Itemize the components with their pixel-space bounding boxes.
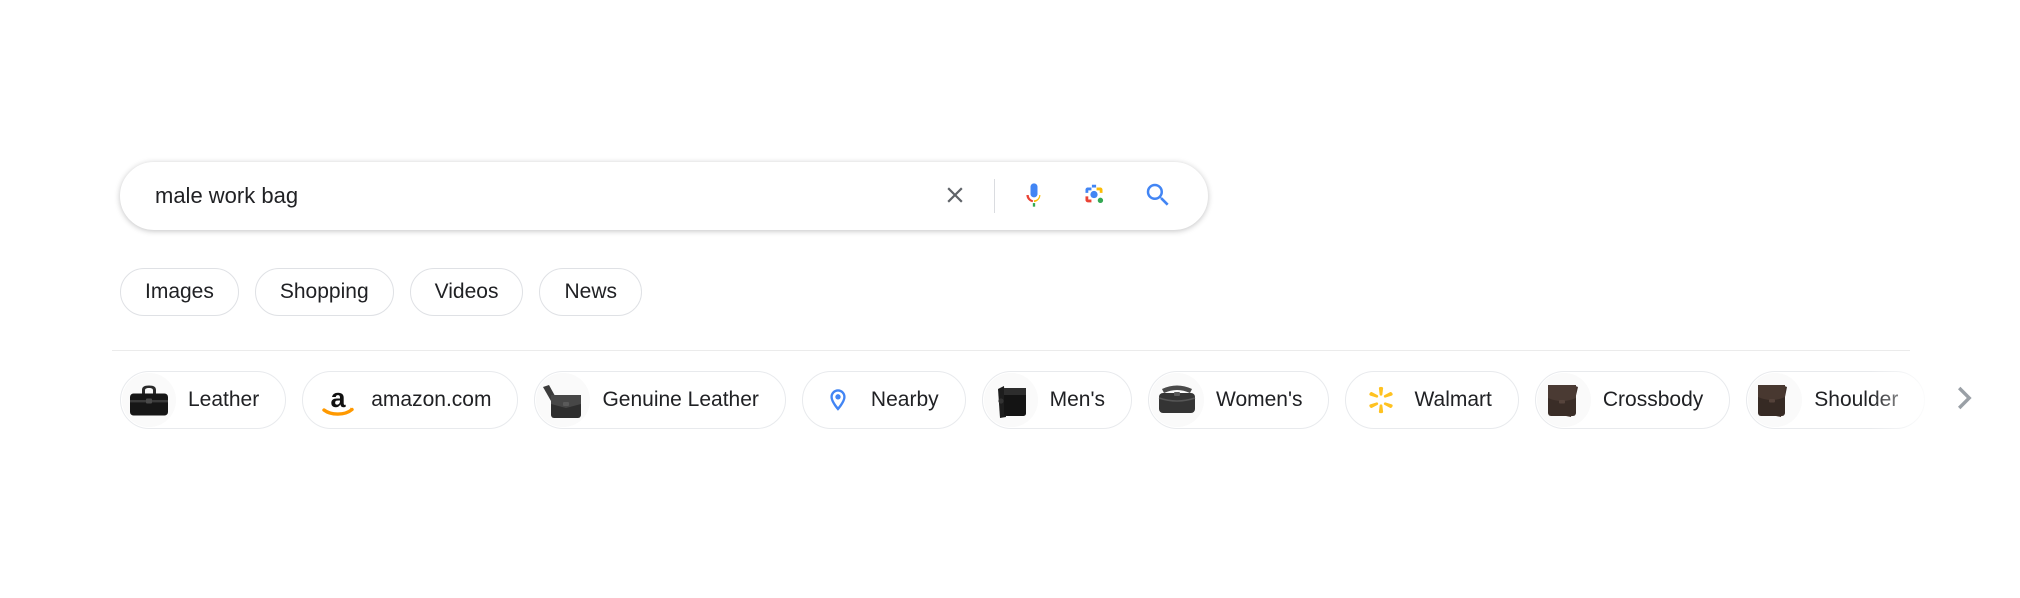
tab-label: Videos	[434, 280, 499, 303]
mens-bag-thumbnail-icon	[983, 373, 1038, 427]
amazon-logo-icon: a	[315, 377, 361, 423]
search-icon	[1143, 180, 1173, 213]
microphone-icon	[1020, 181, 1048, 212]
related-chip-crossbody[interactable]: Crossbody	[1534, 371, 1731, 429]
chevron-right-icon	[1946, 382, 1978, 419]
related-chip-label: Shoulder	[1814, 388, 1899, 411]
related-chip-nearby[interactable]: Nearby	[801, 371, 966, 429]
walmart-spark-logo-icon	[1358, 377, 1404, 423]
chips-scroll-right-button[interactable]	[1946, 384, 1978, 416]
related-chip-label: Women's	[1216, 388, 1303, 411]
tab-label: News	[564, 280, 617, 303]
related-chip-shoulder[interactable]: Shoulder	[1746, 371, 1926, 429]
tab-images[interactable]: Images	[120, 268, 239, 316]
related-chip-womens[interactable]: Women's	[1148, 371, 1330, 429]
search-bar-actions	[932, 163, 1207, 229]
related-chip-mens[interactable]: Men's	[981, 371, 1132, 429]
search-input[interactable]	[121, 176, 932, 216]
tab-videos[interactable]: Videos	[409, 268, 524, 316]
search-type-tabs: Images Shopping Videos News	[120, 268, 642, 316]
clear-search-button[interactable]	[932, 173, 978, 219]
tab-news[interactable]: News	[539, 268, 642, 316]
related-chip-label: Men's	[1049, 388, 1105, 411]
tab-label: Images	[145, 280, 214, 303]
search-submit-button[interactable]	[1135, 173, 1181, 219]
related-chip-label: Walmart	[1414, 388, 1492, 411]
tab-label: Shopping	[279, 280, 369, 303]
search-results-header: Images Shopping Videos News Leather	[0, 0, 2020, 598]
related-chip-label: Nearby	[870, 388, 939, 411]
womens-bag-thumbnail-icon	[1150, 373, 1204, 427]
related-searches-scroller[interactable]: Leather a amazon.com Genuine Leather Nea…	[0, 369, 2020, 431]
related-chip-amazon[interactable]: a amazon.com	[302, 371, 519, 429]
related-chip-label: Crossbody	[1602, 388, 1704, 411]
related-chip-label: Leather	[188, 388, 260, 411]
header-divider	[112, 350, 1910, 351]
lens-search-button[interactable]	[1071, 173, 1117, 219]
crossbody-bag-thumbnail-icon	[1536, 373, 1591, 427]
related-chip-label: amazon.com	[371, 388, 492, 411]
close-icon	[942, 182, 968, 211]
voice-search-button[interactable]	[1011, 173, 1057, 219]
related-searches-list: Leather a amazon.com Genuine Leather Nea…	[120, 369, 1926, 431]
shoulder-bag-thumbnail-icon	[1748, 373, 1803, 427]
related-chip-walmart[interactable]: Walmart	[1345, 371, 1519, 429]
related-chip-label: Genuine Leather	[602, 388, 759, 411]
svg-text:a: a	[331, 383, 347, 413]
search-bar[interactable]	[120, 162, 1208, 230]
related-chip-leather[interactable]: Leather	[120, 371, 287, 429]
google-lens-icon	[1080, 181, 1108, 212]
messenger-bag-thumbnail-icon	[536, 373, 591, 427]
briefcase-bag-thumbnail-icon	[122, 373, 176, 427]
search-actions-divider	[994, 179, 995, 213]
location-pin-icon	[815, 377, 861, 423]
related-chip-genuine-leather[interactable]: Genuine Leather	[534, 371, 786, 429]
tab-shopping[interactable]: Shopping	[254, 268, 394, 316]
